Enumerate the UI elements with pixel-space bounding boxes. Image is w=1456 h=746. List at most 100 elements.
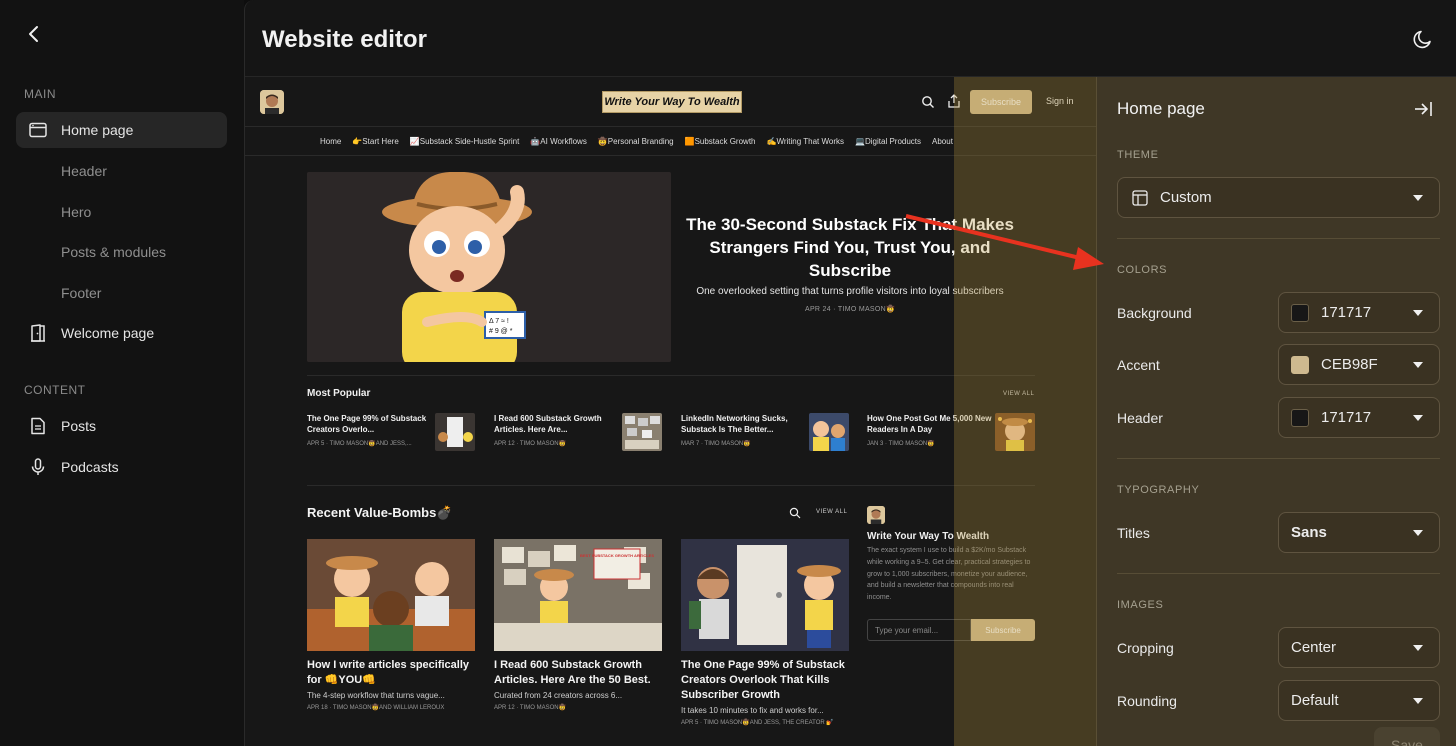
divider [1117,573,1440,574]
theme-value: Custom [1160,189,1212,206]
microphone-icon [28,457,48,477]
door-icon [28,323,48,343]
section-label-main: MAIN [24,87,56,101]
rounding-label: Rounding [1117,693,1177,709]
sidebar-subitem-posts-modules[interactable]: Posts & modules [61,244,166,260]
titles-font-select[interactable]: Sans [1278,512,1440,553]
post-description: Curated from 24 creators across 6... [494,691,623,700]
divider [307,375,1035,376]
nav-item[interactable]: ✍️Writing That Works [766,137,844,146]
post-title: I Read 600 Substack Growth Articles. Her… [494,659,651,686]
accent-color-select[interactable]: CEB98F [1278,344,1440,385]
sidebar-item-home-page[interactable]: Home page [16,112,227,148]
publication-title: Write Your Way To Wealth [867,531,990,542]
site-logo[interactable]: Write Your Way To Wealth [602,91,742,113]
document-icon [28,416,48,436]
post-meta: APR 12 · TIMO MASON🤠 [494,705,567,711]
svg-text:Δ 7 ≈ !: Δ 7 ≈ ! [489,318,509,325]
chevron-down-icon [1413,529,1423,536]
rounding-select[interactable]: Default [1278,680,1440,721]
svg-text:BEST SUBSTACK GROWTH ARTICLES: BEST SUBSTACK GROWTH ARTICLES [580,553,654,558]
nav-item[interactable]: 👉Start Here [352,137,398,146]
highlight-overlay [954,77,1098,746]
colors-section-label: COLORS [1117,264,1168,276]
accent-label: Accent [1117,357,1160,373]
divider [1117,238,1440,239]
divider [307,485,1035,486]
header-color-value: 171717 [1321,409,1372,426]
avatar[interactable] [260,90,284,114]
search-icon[interactable] [921,95,935,109]
hero-image[interactable]: Δ 7 ≈ ! # 9 @ * [307,172,671,362]
view-all-link[interactable]: VIEW ALL [1003,391,1034,397]
titles-label: Titles [1117,525,1150,541]
browser-window-icon [28,120,48,140]
sidebar-subitem-footer[interactable]: Footer [61,285,101,301]
sidebar-item-welcome-page[interactable]: Welcome page [16,315,227,351]
sidebar-item-podcasts[interactable]: Podcasts [16,449,227,485]
list-item[interactable]: I Read 600 Substack Growth Articles. Her… [494,413,664,453]
background-color-select[interactable]: 171717 [1278,292,1440,333]
subscribe-button[interactable]: Subscribe [970,90,1032,114]
nav-item[interactable]: Home [320,137,341,146]
nav-item[interactable]: 💻Digital Products [855,137,921,146]
avatar [867,506,885,524]
nav-item[interactable]: 📈Substack Side-Hustle Sprint [410,137,520,146]
post-card[interactable]: BEST SUBSTACK GROWTH ARTICLES I Read 600… [494,539,662,713]
collapse-panel-icon[interactable] [1413,99,1433,119]
post-image [307,539,475,651]
most-popular-title: Most Popular [307,388,371,399]
cropping-value: Center [1291,639,1337,656]
post-title: LinkedIn Networking Sucks, Substack Is T… [681,414,788,434]
sidebar: MAIN Home page Header Hero Posts & modul… [0,0,244,746]
sidebar-subitem-hero[interactable]: Hero [61,204,91,220]
email-field[interactable]: Type your email... [867,619,971,641]
background-color-value: 171717 [1321,304,1372,321]
color-swatch [1291,408,1309,427]
signin-link[interactable]: Sign in [1046,96,1074,106]
theme-select[interactable]: Custom [1117,177,1440,218]
hero-title[interactable]: The 30-Second Substack Fix That Makes St… [685,213,1015,282]
moon-icon[interactable] [1412,28,1434,50]
post-meta: APR 12 · TIMO MASON🤠 [494,441,567,447]
post-image [681,539,849,651]
hero-subtitle: One overlooked setting that turns profil… [696,286,1004,297]
cropping-select[interactable]: Center [1278,627,1440,668]
post-image: BEST SUBSTACK GROWTH ARTICLES [494,539,662,651]
nav-item[interactable]: 🤖AI Workflows [530,137,587,146]
nav-item[interactable]: 🟧Substack Growth [685,137,756,146]
post-thumbnail [809,413,849,451]
chevron-down-icon [1413,414,1423,421]
chevron-down-icon [1413,309,1423,316]
view-all-link[interactable]: VIEW ALL [816,509,847,515]
share-icon[interactable] [947,94,961,108]
nav-item[interactable]: About [932,137,953,146]
section-label-content: CONTENT [24,383,86,397]
list-item[interactable]: LinkedIn Networking Sucks, Substack Is T… [681,413,851,453]
rounding-value: Default [1291,692,1339,709]
post-meta: APR 5 · TIMO MASON🤠AND JESS, THE CREATOR… [681,720,834,726]
post-card[interactable]: How I write articles specifically for 👊Y… [307,539,475,713]
header-color-select[interactable]: 171717 [1278,397,1440,438]
post-meta: APR 18 · TIMO MASON🤠AND WILLIAM LEROUX [307,705,445,711]
post-title: I Read 600 Substack Growth Articles. Her… [494,414,602,434]
save-button[interactable]: Save [1374,727,1440,746]
list-item[interactable]: The One Page 99% of Substack Creators Ov… [307,413,477,453]
post-title: The One Page 99% of Substack Creators Ov… [307,414,427,434]
subscribe-button[interactable]: Subscribe [971,619,1035,641]
nav-item[interactable]: 🤠Personal Branding [598,137,674,146]
sidebar-item-label: Home page [61,122,134,138]
accent-color-value: CEB98F [1321,356,1378,373]
page-title: Website editor [262,26,427,53]
post-card[interactable]: The One Page 99% of Substack Creators Ov… [681,539,849,728]
sidebar-item-label: Podcasts [61,459,119,475]
typography-section-label: TYPOGRAPHY [1117,484,1200,496]
sidebar-item-posts[interactable]: Posts [16,408,227,444]
list-item[interactable]: How One Post Got Me 5,000 New Readers In… [867,413,1037,453]
back-arrow-icon[interactable] [22,22,46,46]
sidebar-subitem-header[interactable]: Header [61,163,107,179]
hero-meta: APR 24 · TIMO MASON🤠 [804,306,896,313]
search-icon[interactable] [789,506,801,519]
layout-icon [1132,189,1148,206]
images-section-label: IMAGES [1117,599,1164,611]
